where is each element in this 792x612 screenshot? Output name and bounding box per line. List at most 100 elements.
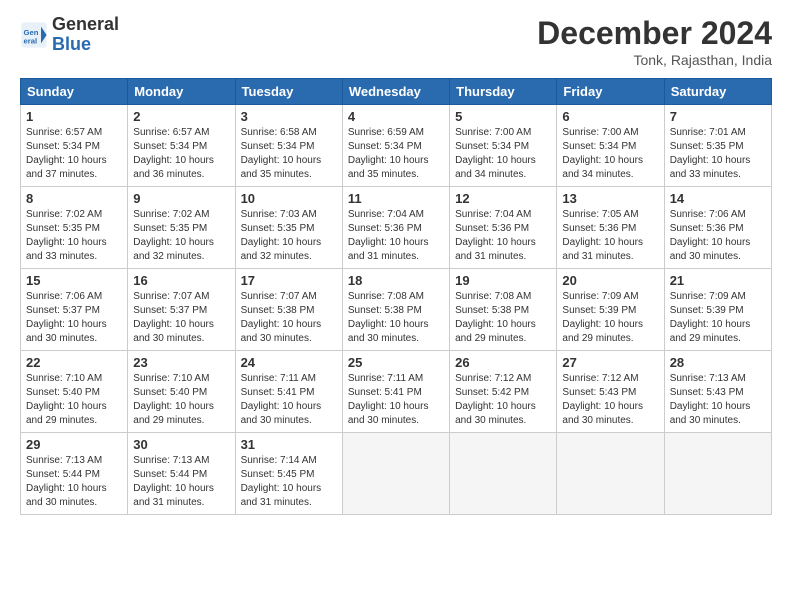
day-info: Sunrise: 7:11 AM Sunset: 5:41 PM Dayligh… [241, 372, 337, 428]
day-info: Sunrise: 7:11 AM Sunset: 5:41 PM Dayligh… [348, 372, 444, 428]
day-info: Sunrise: 7:00 AM Sunset: 5:34 PM Dayligh… [455, 126, 551, 182]
day-info: Sunrise: 7:09 AM Sunset: 5:39 PM Dayligh… [670, 290, 766, 346]
table-row: 30 Sunrise: 7:13 AM Sunset: 5:44 PM Dayl… [128, 433, 235, 515]
day-number: 12 [455, 191, 551, 206]
table-row: 25 Sunrise: 7:11 AM Sunset: 5:41 PM Dayl… [342, 351, 449, 433]
col-sunday: Sunday [21, 79, 128, 105]
svg-text:Gen: Gen [24, 28, 39, 37]
table-row: 10 Sunrise: 7:03 AM Sunset: 5:35 PM Dayl… [235, 187, 342, 269]
table-row: 6 Sunrise: 7:00 AM Sunset: 5:34 PM Dayli… [557, 105, 664, 187]
day-info: Sunrise: 7:12 AM Sunset: 5:43 PM Dayligh… [562, 372, 658, 428]
day-info: Sunrise: 6:58 AM Sunset: 5:34 PM Dayligh… [241, 126, 337, 182]
day-info: Sunrise: 7:05 AM Sunset: 5:36 PM Dayligh… [562, 208, 658, 264]
day-number: 18 [348, 273, 444, 288]
day-number: 23 [133, 355, 229, 370]
table-row: 19 Sunrise: 7:08 AM Sunset: 5:38 PM Dayl… [450, 269, 557, 351]
day-number: 3 [241, 109, 337, 124]
day-info: Sunrise: 7:02 AM Sunset: 5:35 PM Dayligh… [133, 208, 229, 264]
logo-text: General Blue [52, 15, 119, 55]
table-row: 1 Sunrise: 6:57 AM Sunset: 5:34 PM Dayli… [21, 105, 128, 187]
day-number: 17 [241, 273, 337, 288]
location: Tonk, Rajasthan, India [537, 52, 772, 68]
day-info: Sunrise: 7:04 AM Sunset: 5:36 PM Dayligh… [455, 208, 551, 264]
svg-text:eral: eral [24, 36, 38, 45]
day-number: 13 [562, 191, 658, 206]
table-row: 26 Sunrise: 7:12 AM Sunset: 5:42 PM Dayl… [450, 351, 557, 433]
table-row: 3 Sunrise: 6:58 AM Sunset: 5:34 PM Dayli… [235, 105, 342, 187]
col-wednesday: Wednesday [342, 79, 449, 105]
day-number: 4 [348, 109, 444, 124]
day-info: Sunrise: 6:59 AM Sunset: 5:34 PM Dayligh… [348, 126, 444, 182]
day-number: 20 [562, 273, 658, 288]
table-row: 29 Sunrise: 7:13 AM Sunset: 5:44 PM Dayl… [21, 433, 128, 515]
day-info: Sunrise: 7:13 AM Sunset: 5:44 PM Dayligh… [133, 454, 229, 510]
table-row: 16 Sunrise: 7:07 AM Sunset: 5:37 PM Dayl… [128, 269, 235, 351]
table-row: 5 Sunrise: 7:00 AM Sunset: 5:34 PM Dayli… [450, 105, 557, 187]
day-number: 5 [455, 109, 551, 124]
day-info: Sunrise: 7:07 AM Sunset: 5:38 PM Dayligh… [241, 290, 337, 346]
day-number: 11 [348, 191, 444, 206]
table-row: 21 Sunrise: 7:09 AM Sunset: 5:39 PM Dayl… [664, 269, 771, 351]
day-number: 16 [133, 273, 229, 288]
day-number: 26 [455, 355, 551, 370]
page: Gen eral General Blue December 2024 Tonk… [0, 0, 792, 612]
day-number: 8 [26, 191, 122, 206]
day-info: Sunrise: 6:57 AM Sunset: 5:34 PM Dayligh… [133, 126, 229, 182]
day-info: Sunrise: 7:14 AM Sunset: 5:45 PM Dayligh… [241, 454, 337, 510]
day-info: Sunrise: 7:08 AM Sunset: 5:38 PM Dayligh… [348, 290, 444, 346]
day-info: Sunrise: 7:04 AM Sunset: 5:36 PM Dayligh… [348, 208, 444, 264]
day-info: Sunrise: 7:12 AM Sunset: 5:42 PM Dayligh… [455, 372, 551, 428]
table-row: 20 Sunrise: 7:09 AM Sunset: 5:39 PM Dayl… [557, 269, 664, 351]
day-info: Sunrise: 7:07 AM Sunset: 5:37 PM Dayligh… [133, 290, 229, 346]
title-section: December 2024 Tonk, Rajasthan, India [537, 15, 772, 68]
month-year: December 2024 [537, 15, 772, 52]
day-info: Sunrise: 7:06 AM Sunset: 5:37 PM Dayligh… [26, 290, 122, 346]
table-row: 14 Sunrise: 7:06 AM Sunset: 5:36 PM Dayl… [664, 187, 771, 269]
day-number: 10 [241, 191, 337, 206]
table-row: 12 Sunrise: 7:04 AM Sunset: 5:36 PM Dayl… [450, 187, 557, 269]
table-row: 23 Sunrise: 7:10 AM Sunset: 5:40 PM Dayl… [128, 351, 235, 433]
day-number: 1 [26, 109, 122, 124]
table-row [450, 433, 557, 515]
day-number: 7 [670, 109, 766, 124]
day-info: Sunrise: 7:10 AM Sunset: 5:40 PM Dayligh… [26, 372, 122, 428]
table-row: 13 Sunrise: 7:05 AM Sunset: 5:36 PM Dayl… [557, 187, 664, 269]
day-info: Sunrise: 7:02 AM Sunset: 5:35 PM Dayligh… [26, 208, 122, 264]
table-row: 28 Sunrise: 7:13 AM Sunset: 5:43 PM Dayl… [664, 351, 771, 433]
day-number: 21 [670, 273, 766, 288]
table-row: 11 Sunrise: 7:04 AM Sunset: 5:36 PM Dayl… [342, 187, 449, 269]
table-row: 15 Sunrise: 7:06 AM Sunset: 5:37 PM Dayl… [21, 269, 128, 351]
table-row: 22 Sunrise: 7:10 AM Sunset: 5:40 PM Dayl… [21, 351, 128, 433]
col-tuesday: Tuesday [235, 79, 342, 105]
day-number: 15 [26, 273, 122, 288]
logo-blue: Blue [52, 35, 119, 55]
day-info: Sunrise: 7:00 AM Sunset: 5:34 PM Dayligh… [562, 126, 658, 182]
day-number: 6 [562, 109, 658, 124]
table-row: 27 Sunrise: 7:12 AM Sunset: 5:43 PM Dayl… [557, 351, 664, 433]
day-number: 28 [670, 355, 766, 370]
col-thursday: Thursday [450, 79, 557, 105]
table-row: 9 Sunrise: 7:02 AM Sunset: 5:35 PM Dayli… [128, 187, 235, 269]
day-number: 25 [348, 355, 444, 370]
logo: Gen eral General Blue [20, 15, 119, 55]
day-number: 29 [26, 437, 122, 452]
day-number: 22 [26, 355, 122, 370]
table-row [664, 433, 771, 515]
table-row: 2 Sunrise: 6:57 AM Sunset: 5:34 PM Dayli… [128, 105, 235, 187]
header-row: Sunday Monday Tuesday Wednesday Thursday… [21, 79, 772, 105]
table-row: 17 Sunrise: 7:07 AM Sunset: 5:38 PM Dayl… [235, 269, 342, 351]
day-info: Sunrise: 7:08 AM Sunset: 5:38 PM Dayligh… [455, 290, 551, 346]
day-number: 31 [241, 437, 337, 452]
day-info: Sunrise: 7:09 AM Sunset: 5:39 PM Dayligh… [562, 290, 658, 346]
day-info: Sunrise: 7:06 AM Sunset: 5:36 PM Dayligh… [670, 208, 766, 264]
col-friday: Friday [557, 79, 664, 105]
day-number: 24 [241, 355, 337, 370]
day-number: 27 [562, 355, 658, 370]
day-number: 9 [133, 191, 229, 206]
table-row: 24 Sunrise: 7:11 AM Sunset: 5:41 PM Dayl… [235, 351, 342, 433]
day-info: Sunrise: 7:13 AM Sunset: 5:43 PM Dayligh… [670, 372, 766, 428]
logo-general: General [52, 15, 119, 35]
day-number: 30 [133, 437, 229, 452]
day-number: 19 [455, 273, 551, 288]
col-saturday: Saturday [664, 79, 771, 105]
